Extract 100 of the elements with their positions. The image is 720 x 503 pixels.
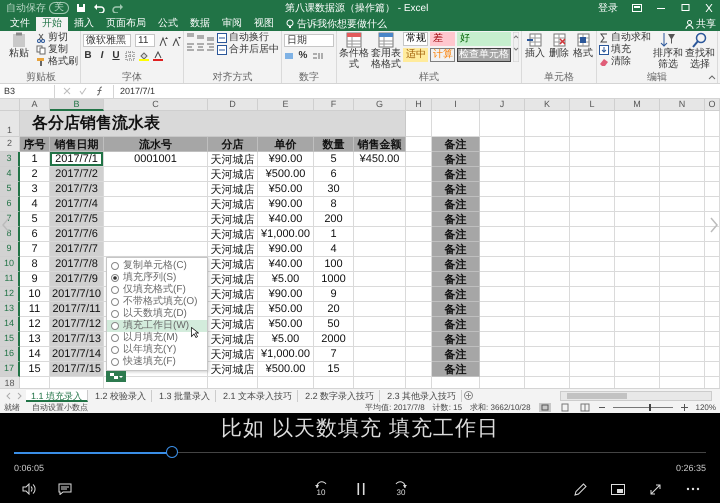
row-header[interactable]: 1 [0,111,20,137]
ribbon-tab[interactable]: 视图 [248,17,280,31]
ribbon-tab[interactable]: 开始 [36,17,68,31]
column-header[interactable]: N [660,99,705,111]
name-box[interactable]: B3 [0,84,55,98]
sign-in-link[interactable]: 登录 [598,1,618,15]
row-header[interactable]: 2 [0,137,20,152]
restore-icon[interactable] [680,4,690,12]
cell-style-swatch[interactable]: 适中 [403,48,428,62]
row-header[interactable]: 13 [0,302,20,317]
row-header[interactable]: 11 [0,272,20,287]
zoom-level[interactable]: 120% [696,403,716,412]
autosave-toggle[interactable]: 自动保存 关 [6,1,69,15]
normal-view-icon[interactable] [538,403,551,412]
editing-command[interactable]: 清除 [599,56,651,68]
column-header[interactable]: M [615,99,660,111]
radio-button[interactable] [111,358,119,366]
gallery-scroll-icon[interactable] [513,32,519,62]
ribbon-display-icon[interactable] [632,4,642,12]
styles-command[interactable]: 条件格式 [339,32,369,70]
row-header[interactable]: 12 [0,287,20,302]
column-header[interactable]: D [208,99,258,111]
number-format-field[interactable]: 日期 [284,34,334,47]
row-header[interactable]: 17 [0,362,20,377]
alignment-command[interactable]: 合并后居中 [217,44,279,56]
clipboard-command[interactable]: 复制 [36,44,78,56]
column-header[interactable]: F [314,99,354,111]
menu-item[interactable]: 不带格式填充(O) [107,296,207,308]
font-style-button[interactable]: U [111,50,121,61]
menu-item[interactable]: 快速填充(F) [107,356,207,368]
share-button[interactable]: 共享 [685,17,716,31]
pen-icon[interactable] [574,482,587,496]
radio-button[interactable] [111,298,119,306]
volume-icon[interactable] [22,483,36,495]
percent-button[interactable]: % [298,50,308,61]
row-header[interactable]: 9 [0,242,20,257]
radio-button[interactable] [111,286,119,294]
column-header[interactable]: B [50,99,104,111]
font-color-icon[interactable] [153,50,163,60]
row-header[interactable]: 15 [0,332,20,347]
column-header[interactable]: K [525,99,570,111]
font-name-field[interactable]: 微软雅黑 [83,34,131,47]
row-header[interactable]: 5 [0,182,20,197]
ribbon-tab[interactable]: 页面布局 [100,17,152,31]
alignment-command[interactable]: 自动换行 [217,32,279,44]
auto-fill-options-button[interactable] [106,371,126,382]
menu-item[interactable]: 以月填充(M) [107,332,207,344]
row-header[interactable]: 14 [0,317,20,332]
menu-item[interactable]: 填充工作日(W) [107,320,207,332]
radio-button[interactable] [111,334,119,342]
decimal-icon[interactable] [312,50,324,60]
column-header[interactable]: I [432,99,480,111]
collapse-ribbon-icon[interactable] [708,74,716,80]
column-header[interactable]: G [354,99,406,111]
row-header[interactable]: 4 [0,167,20,182]
fill-color-icon[interactable] [139,50,149,60]
skip-forward-button[interactable]: 30 [394,481,408,497]
ribbon-tab[interactable]: 文件 [4,17,36,31]
ribbon-tab[interactable]: 审阅 [216,17,248,31]
row-header[interactable]: 6 [0,197,20,212]
cells-command[interactable]: 插入 [524,32,546,59]
row-header[interactable]: 18 [0,377,20,388]
radio-button[interactable] [111,274,119,282]
ribbon-tab[interactable]: 插入 [68,17,100,31]
cell-style-swatch[interactable]: 好 [457,32,511,46]
sheet-tab[interactable]: 1.1 填充录入 [26,390,88,402]
menu-item[interactable]: 复制单元格(C) [107,260,207,272]
column-header[interactable]: J [480,99,525,111]
font-size-field[interactable]: 11 [135,34,155,47]
row-header[interactable]: 3 [0,152,20,167]
function-icon[interactable] [95,86,105,96]
skip-back-button[interactable]: 10 [314,481,328,497]
ribbon-tab[interactable]: 公式 [152,17,184,31]
editing-command[interactable]: 查找和选择 [685,32,715,70]
redo-icon[interactable] [112,3,124,13]
ribbon-tab[interactable]: 数据 [184,17,216,31]
menu-item[interactable]: 仅填充格式(F) [107,284,207,296]
font-style-button[interactable]: B [83,50,93,61]
editing-command[interactable]: 排序和筛选 [653,32,683,70]
column-header[interactable]: O [705,99,720,111]
radio-button[interactable] [111,310,119,318]
grow-font-icon[interactable] [159,36,168,46]
radio-button[interactable] [111,262,119,270]
horizontal-align-icons[interactable] [186,42,215,52]
cell-style-swatch[interactable]: 常规 [403,32,428,46]
tell-me-search[interactable]: 告诉我你想要做什么 [286,17,387,31]
close-icon[interactable] [704,4,714,12]
row-header[interactable]: 10 [0,257,20,272]
border-icon[interactable] [125,50,135,60]
page-break-icon[interactable] [578,403,591,412]
column-header[interactable]: A [20,99,50,111]
clipboard-command[interactable]: 格式刷 [36,56,78,68]
save-icon[interactable] [76,3,86,13]
row-header[interactable]: 16 [0,347,20,362]
progress-thumb[interactable] [166,446,178,458]
captions-icon[interactable] [58,483,72,495]
column-header[interactable]: H [406,99,432,111]
page-layout-icon[interactable] [558,403,571,412]
styles-command[interactable]: 套用表格格式 [371,32,401,70]
radio-button[interactable] [111,346,119,354]
